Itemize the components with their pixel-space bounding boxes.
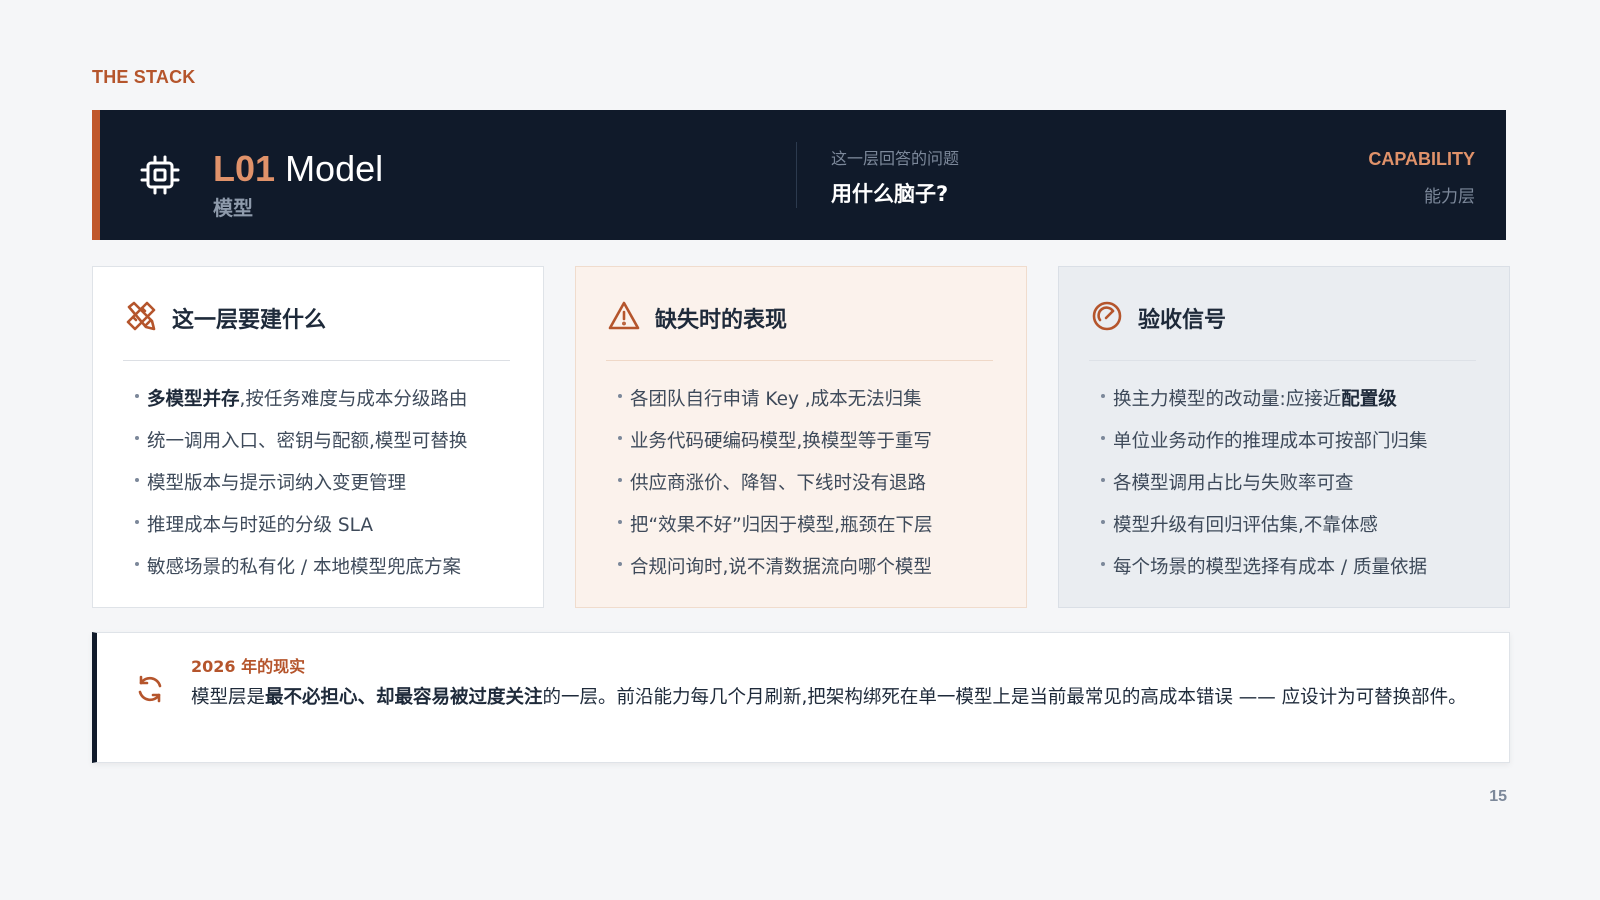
- card-list: 多模型并存,按任务难度与成本分级路由 统一调用入口、密钥与配额,模型可替换 模型…: [135, 379, 467, 589]
- warning-icon: [608, 301, 640, 330]
- card-missing-symptoms: 缺失时的表现 各团队自行申请 Key ,成本无法归集 业务代码硬编码模型,换模型…: [575, 266, 1027, 608]
- card-divider: [1089, 360, 1476, 361]
- card-title: 这一层要建什么: [172, 308, 327, 333]
- list-item: 供应商涨价、降智、下线时没有退路: [618, 463, 933, 505]
- page-number: 15: [1489, 788, 1507, 805]
- cpu-chip-icon: [140, 155, 180, 195]
- card-divider: [123, 360, 510, 361]
- list-item: 业务代码硬编码模型,换模型等于重写: [618, 421, 933, 463]
- card-title: 验收信号: [1138, 308, 1227, 333]
- list-item: 统一调用入口、密钥与配额,模型可替换: [135, 421, 467, 463]
- card-list: 各团队自行申请 Key ,成本无法归集 业务代码硬编码模型,换模型等于重写 供应…: [618, 379, 933, 589]
- list-item: 模型版本与提示词纳入变更管理: [135, 463, 467, 505]
- tools-icon: [126, 301, 156, 331]
- list-item: 模型升级有回归评估集,不靠体感: [1101, 505, 1428, 547]
- list-item: 各模型调用占比与失败率可查: [1101, 463, 1428, 505]
- card-title: 缺失时的表现: [655, 308, 788, 333]
- card-divider: [606, 360, 993, 361]
- list-item: 各团队自行申请 Key ,成本无法归集: [618, 379, 933, 421]
- list-item: 换主力模型的改动量:应接近配置级: [1101, 379, 1428, 421]
- layer-name-cn: 模型: [213, 196, 253, 220]
- layer-title: L01 Model: [213, 148, 383, 190]
- card-what-to-build: 这一层要建什么 多模型并存,按任务难度与成本分级路由 统一调用入口、密钥与配额,…: [92, 266, 544, 608]
- list-item: 把“效果不好”归因于模型,瓶颈在下层: [618, 505, 933, 547]
- gauge-icon: [1092, 301, 1122, 331]
- category-label-en: CAPABILITY: [1368, 149, 1475, 169]
- list-item: 多模型并存,按任务难度与成本分级路由: [135, 379, 467, 421]
- question-label: 这一层回答的问题: [831, 149, 960, 168]
- card-list: 换主力模型的改动量:应接近配置级 单位业务动作的推理成本可按部门归集 各模型调用…: [1101, 379, 1428, 589]
- list-item: 推理成本与时延的分级 SLA: [135, 505, 467, 547]
- card-acceptance-signals: 验收信号 换主力模型的改动量:应接近配置级 单位业务动作的推理成本可按部门归集 …: [1058, 266, 1510, 608]
- question-text: 用什么脑子?: [831, 182, 949, 206]
- header-divider: [796, 142, 797, 208]
- refresh-icon: [138, 675, 162, 703]
- list-item: 单位业务动作的推理成本可按部门归集: [1101, 421, 1428, 463]
- section-label: THE STACK: [92, 67, 196, 87]
- header-accent-bar: [92, 110, 100, 240]
- layer-header: L01 Model 模型 这一层回答的问题 用什么脑子? CAPABILITY …: [92, 110, 1506, 240]
- list-item: 每个场景的模型选择有成本 / 质量依据: [1101, 547, 1428, 589]
- reality-text: 模型层是最不必担心、却最容易被过度关注的一层。前沿能力每几个月刷新,把架构绑死在…: [191, 687, 1467, 708]
- reality-label: 2026 年的现实: [191, 657, 306, 676]
- layer-name: Model: [285, 148, 384, 189]
- reality-callout: 2026 年的现实 模型层是最不必担心、却最容易被过度关注的一层。前沿能力每几个…: [92, 632, 1510, 763]
- list-item: 合规问询时,说不清数据流向哪个模型: [618, 547, 933, 589]
- category-label-cn: 能力层: [1424, 187, 1475, 207]
- list-item: 敏感场景的私有化 / 本地模型兜底方案: [135, 547, 467, 589]
- layer-code: L01: [213, 148, 276, 189]
